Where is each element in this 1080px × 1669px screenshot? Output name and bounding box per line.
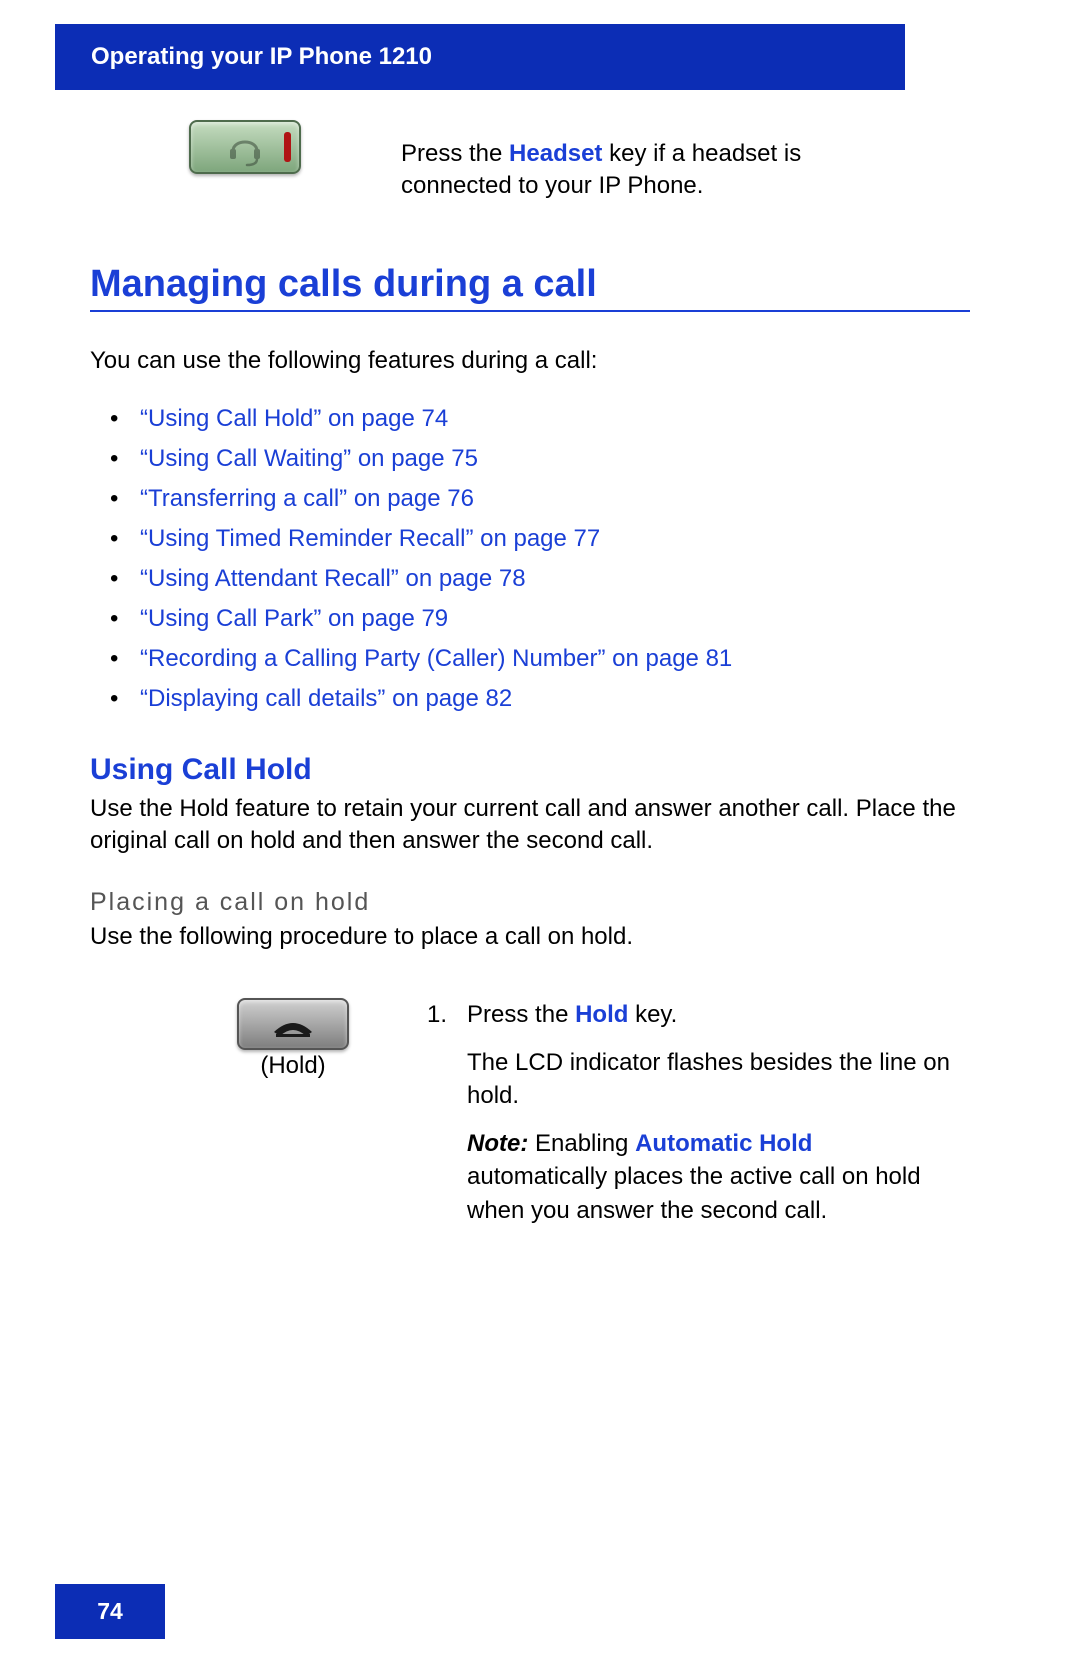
page-number: 74 <box>97 1598 123 1625</box>
automatic-hold-key: Automatic Hold <box>635 1130 812 1157</box>
hold-icon-wrap: (Hold) <box>189 998 397 1080</box>
text-fragment: Press the <box>467 1001 575 1028</box>
feature-link[interactable]: “Using Call Park” on page 79 <box>110 605 970 633</box>
subsection-title: Using Call Hold <box>90 753 970 787</box>
header-bar: Operating your IP Phone 1210 <box>55 24 905 90</box>
text-fragment: Enabling <box>528 1130 635 1157</box>
text-fragment: key. <box>628 1001 677 1028</box>
step-result: The LCD indicator flashes besides the li… <box>427 1046 957 1113</box>
footer-page-number-box: 74 <box>55 1584 165 1639</box>
content-area: Press the Headset key if a headset is co… <box>90 100 970 1242</box>
indicator-icon <box>284 132 291 162</box>
hold-instruction-text: 1. Press the Hold key. The LCD indicator… <box>427 998 957 1242</box>
subsection-body: Use the Hold feature to retain your curr… <box>90 793 970 858</box>
headset-key-name: Headset <box>509 140 602 167</box>
section-title: Managing calls during a call <box>90 263 970 312</box>
text-fragment: Press the <box>401 140 509 167</box>
note-label: Note: <box>467 1130 528 1157</box>
hold-key-name: Hold <box>575 1001 628 1028</box>
text-fragment: automatically places the active call on … <box>467 1163 921 1224</box>
header-title: Operating your IP Phone 1210 <box>91 43 432 71</box>
procedure-intro: Use the following procedure to place a c… <box>90 921 970 953</box>
feature-link[interactable]: “Recording a Calling Party (Caller) Numb… <box>110 645 970 673</box>
hold-instruction-row: (Hold) 1. Press the Hold key. The LCD in… <box>90 998 970 1242</box>
handset-icon <box>270 1010 316 1038</box>
feature-link[interactable]: “Using Call Hold” on page 74 <box>110 405 970 433</box>
feature-link[interactable]: “Using Call Waiting” on page 75 <box>110 445 970 473</box>
headset-icon <box>225 127 265 167</box>
headset-key-icon <box>189 120 301 174</box>
feature-link[interactable]: “Transferring a call” on page 76 <box>110 485 970 513</box>
procedure-title: Placing a call on hold <box>90 888 970 917</box>
step-number: 1. <box>427 1001 447 1028</box>
headset-instruction-text: Press the Headset key if a headset is co… <box>401 138 891 203</box>
feature-list: “Using Call Hold” on page 74 “Using Call… <box>110 405 970 713</box>
feature-link[interactable]: “Displaying call details” on page 82 <box>110 685 970 713</box>
document-page: Operating your IP Phone 1210 Press the H… <box>0 0 1080 1669</box>
section-intro: You can use the following features durin… <box>90 347 970 375</box>
feature-link[interactable]: “Using Timed Reminder Recall” on page 77 <box>110 525 970 553</box>
feature-link[interactable]: “Using Attendant Recall” on page 78 <box>110 565 970 593</box>
headset-instruction-row: Press the Headset key if a headset is co… <box>90 120 970 203</box>
hold-icon-label: (Hold) <box>189 1052 397 1080</box>
hold-key-icon <box>237 998 349 1050</box>
